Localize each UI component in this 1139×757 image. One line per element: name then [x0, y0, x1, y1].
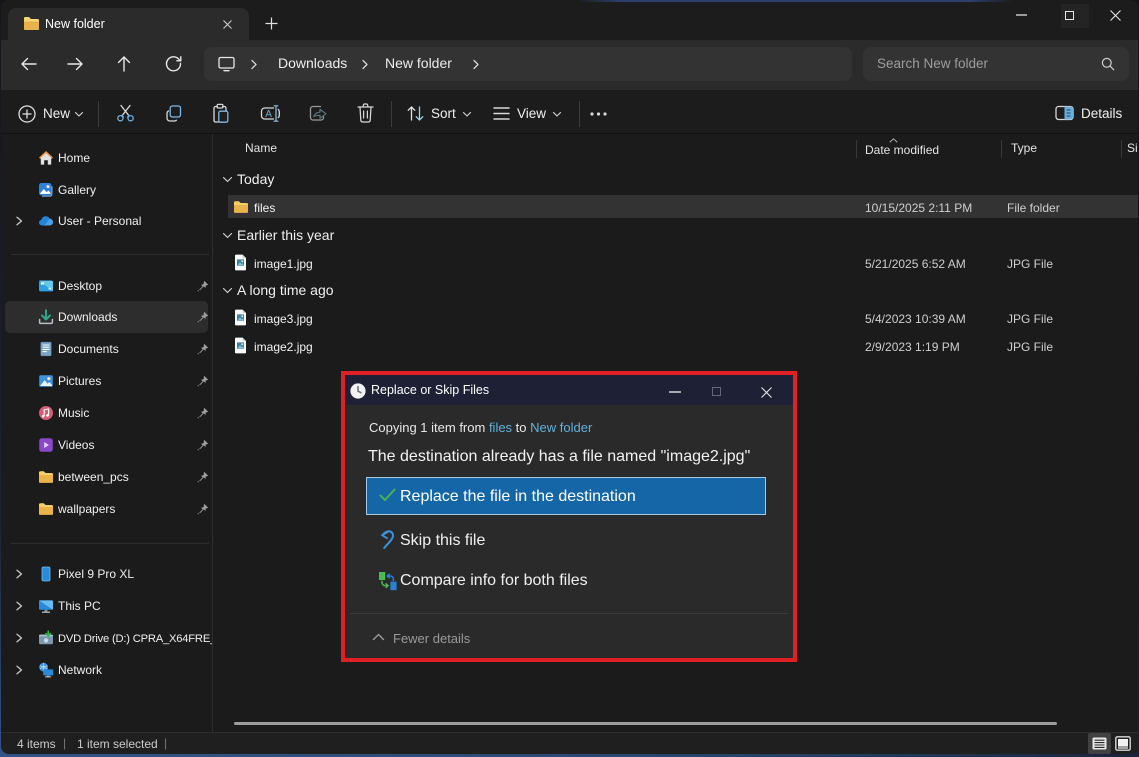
- svg-text:A: A: [265, 109, 272, 120]
